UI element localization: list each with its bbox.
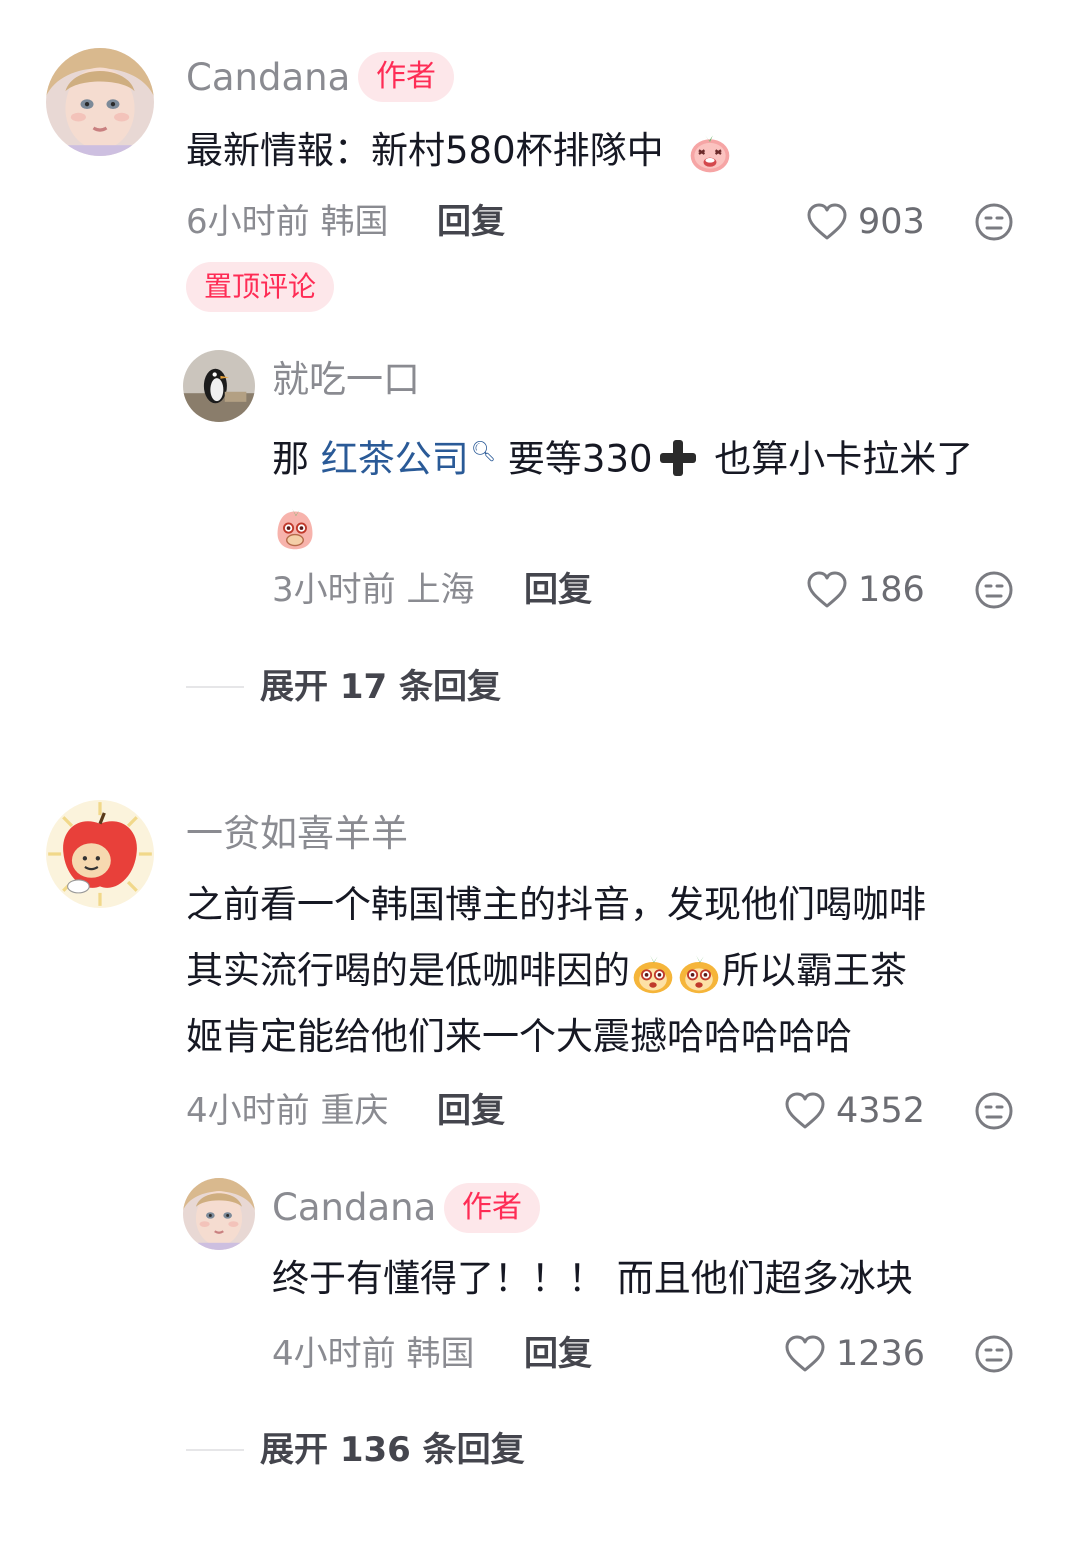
like-count: 1236 — [836, 1334, 926, 1374]
author-tag: 作者 — [358, 52, 454, 102]
expand-divider-line — [186, 1449, 244, 1451]
covering-mouth-peach-emoji-icon — [272, 506, 318, 552]
comment-username[interactable]: 一贫如喜羊羊 — [186, 810, 408, 858]
heart-outline-icon — [807, 571, 847, 608]
reply-button[interactable]: 回复 — [524, 1330, 592, 1378]
like-button[interactable]: 186 — [806, 566, 925, 614]
avatar-candana[interactable] — [183, 1178, 255, 1250]
expand-replies-button[interactable]: 展开 136 条回复 — [186, 1425, 525, 1475]
heart-outline-icon — [785, 1335, 825, 1372]
heart-outline-icon — [785, 1092, 825, 1129]
avatar-apple-sheep-image — [46, 800, 154, 908]
reply-text-prefix: 那 — [272, 437, 321, 481]
comment-time-location: 6小时前 韩国 — [186, 202, 389, 242]
reply-button[interactable]: 回复 — [524, 566, 592, 614]
comment-text-line-1: 之前看一个韩国博主的抖音，发现他们喝咖啡 — [186, 883, 926, 926]
avatar-candana[interactable] — [46, 48, 154, 156]
laughing-pig-emoji-icon — [687, 130, 733, 176]
dislike-face-icon[interactable] — [974, 1334, 1014, 1374]
reply-button[interactable]: 回复 — [437, 1087, 505, 1135]
like-count: 186 — [858, 570, 925, 610]
expand-replies-button[interactable]: 展开 17 条回复 — [186, 662, 501, 712]
heavy-plus-icon — [657, 437, 699, 479]
reply-text-suffix: 也算小卡拉米了 — [702, 437, 974, 481]
like-count: 4352 — [836, 1091, 926, 1131]
pinned-comment-tag: 置顶评论 — [186, 262, 335, 312]
comment-time-location: 4小时前 重庆 — [186, 1091, 389, 1131]
comment-text-line-2a: 其实流行喝的是低咖啡因的 — [186, 949, 630, 992]
search-hint-icon[interactable]: 🔍︎ — [471, 439, 496, 463]
comment-text: 之前看一个韩国博主的抖音，发现他们喝咖啡 其实流行喝的是低咖啡因的 所以霸王茶 … — [186, 872, 1046, 1070]
like-button[interactable]: 4352 — [784, 1087, 925, 1135]
reply-username[interactable]: Candana — [272, 1184, 436, 1232]
expand-replies-label: 展开 136 条回复 — [260, 1430, 525, 1470]
heart-outline-icon — [807, 203, 847, 240]
author-tag: 作者 — [444, 1183, 540, 1233]
avatar-girl-image — [183, 1178, 255, 1250]
comment-text-line-3: 姬肯定能给他们来一个大震撼哈哈哈哈哈 — [186, 1015, 852, 1058]
dislike-face-icon[interactable] — [974, 1091, 1014, 1131]
comment-text: 最新情報：新村580杯排隊中 — [186, 118, 733, 184]
avatar-jiuchiyikou[interactable] — [183, 350, 255, 422]
reply-button[interactable]: 回复 — [437, 198, 505, 246]
reply-text-mid: 要等330 — [496, 437, 653, 481]
monkey-emoji-icon — [676, 950, 722, 996]
comment-text-line-2b: 所以霸王茶 — [722, 949, 907, 992]
avatar-yipinruxiyangyang[interactable] — [46, 800, 154, 908]
avatar-penguin-image — [183, 350, 255, 422]
like-button[interactable]: 903 — [806, 198, 925, 246]
like-count: 903 — [858, 202, 925, 242]
reply-time-location: 4小时前 韩国 — [272, 1334, 475, 1374]
expand-replies-label: 展开 17 条回复 — [260, 667, 501, 707]
dislike-face-icon[interactable] — [974, 202, 1014, 242]
expand-divider-line — [186, 686, 244, 688]
reply-text: 终于有懂得了！！！ 而且他们超多冰块 — [272, 1257, 913, 1300]
comment-username[interactable]: Candana — [186, 54, 350, 102]
search-link-hongchagongsi[interactable]: 红茶公司 — [321, 437, 469, 480]
dislike-face-icon[interactable] — [974, 570, 1014, 610]
reply-text: 那 红茶公司 🔍︎ 要等330 也算小卡拉米了 — [272, 418, 1042, 558]
reply-username[interactable]: 就吃一口 — [272, 356, 420, 404]
monkey-emoji-icon — [630, 950, 676, 996]
avatar-girl-image — [46, 48, 154, 156]
like-button[interactable]: 1236 — [784, 1330, 925, 1378]
comment-text-content: 最新情報：新村580杯排隊中 — [186, 129, 664, 172]
reply-time-location: 3小时前 上海 — [272, 570, 475, 610]
